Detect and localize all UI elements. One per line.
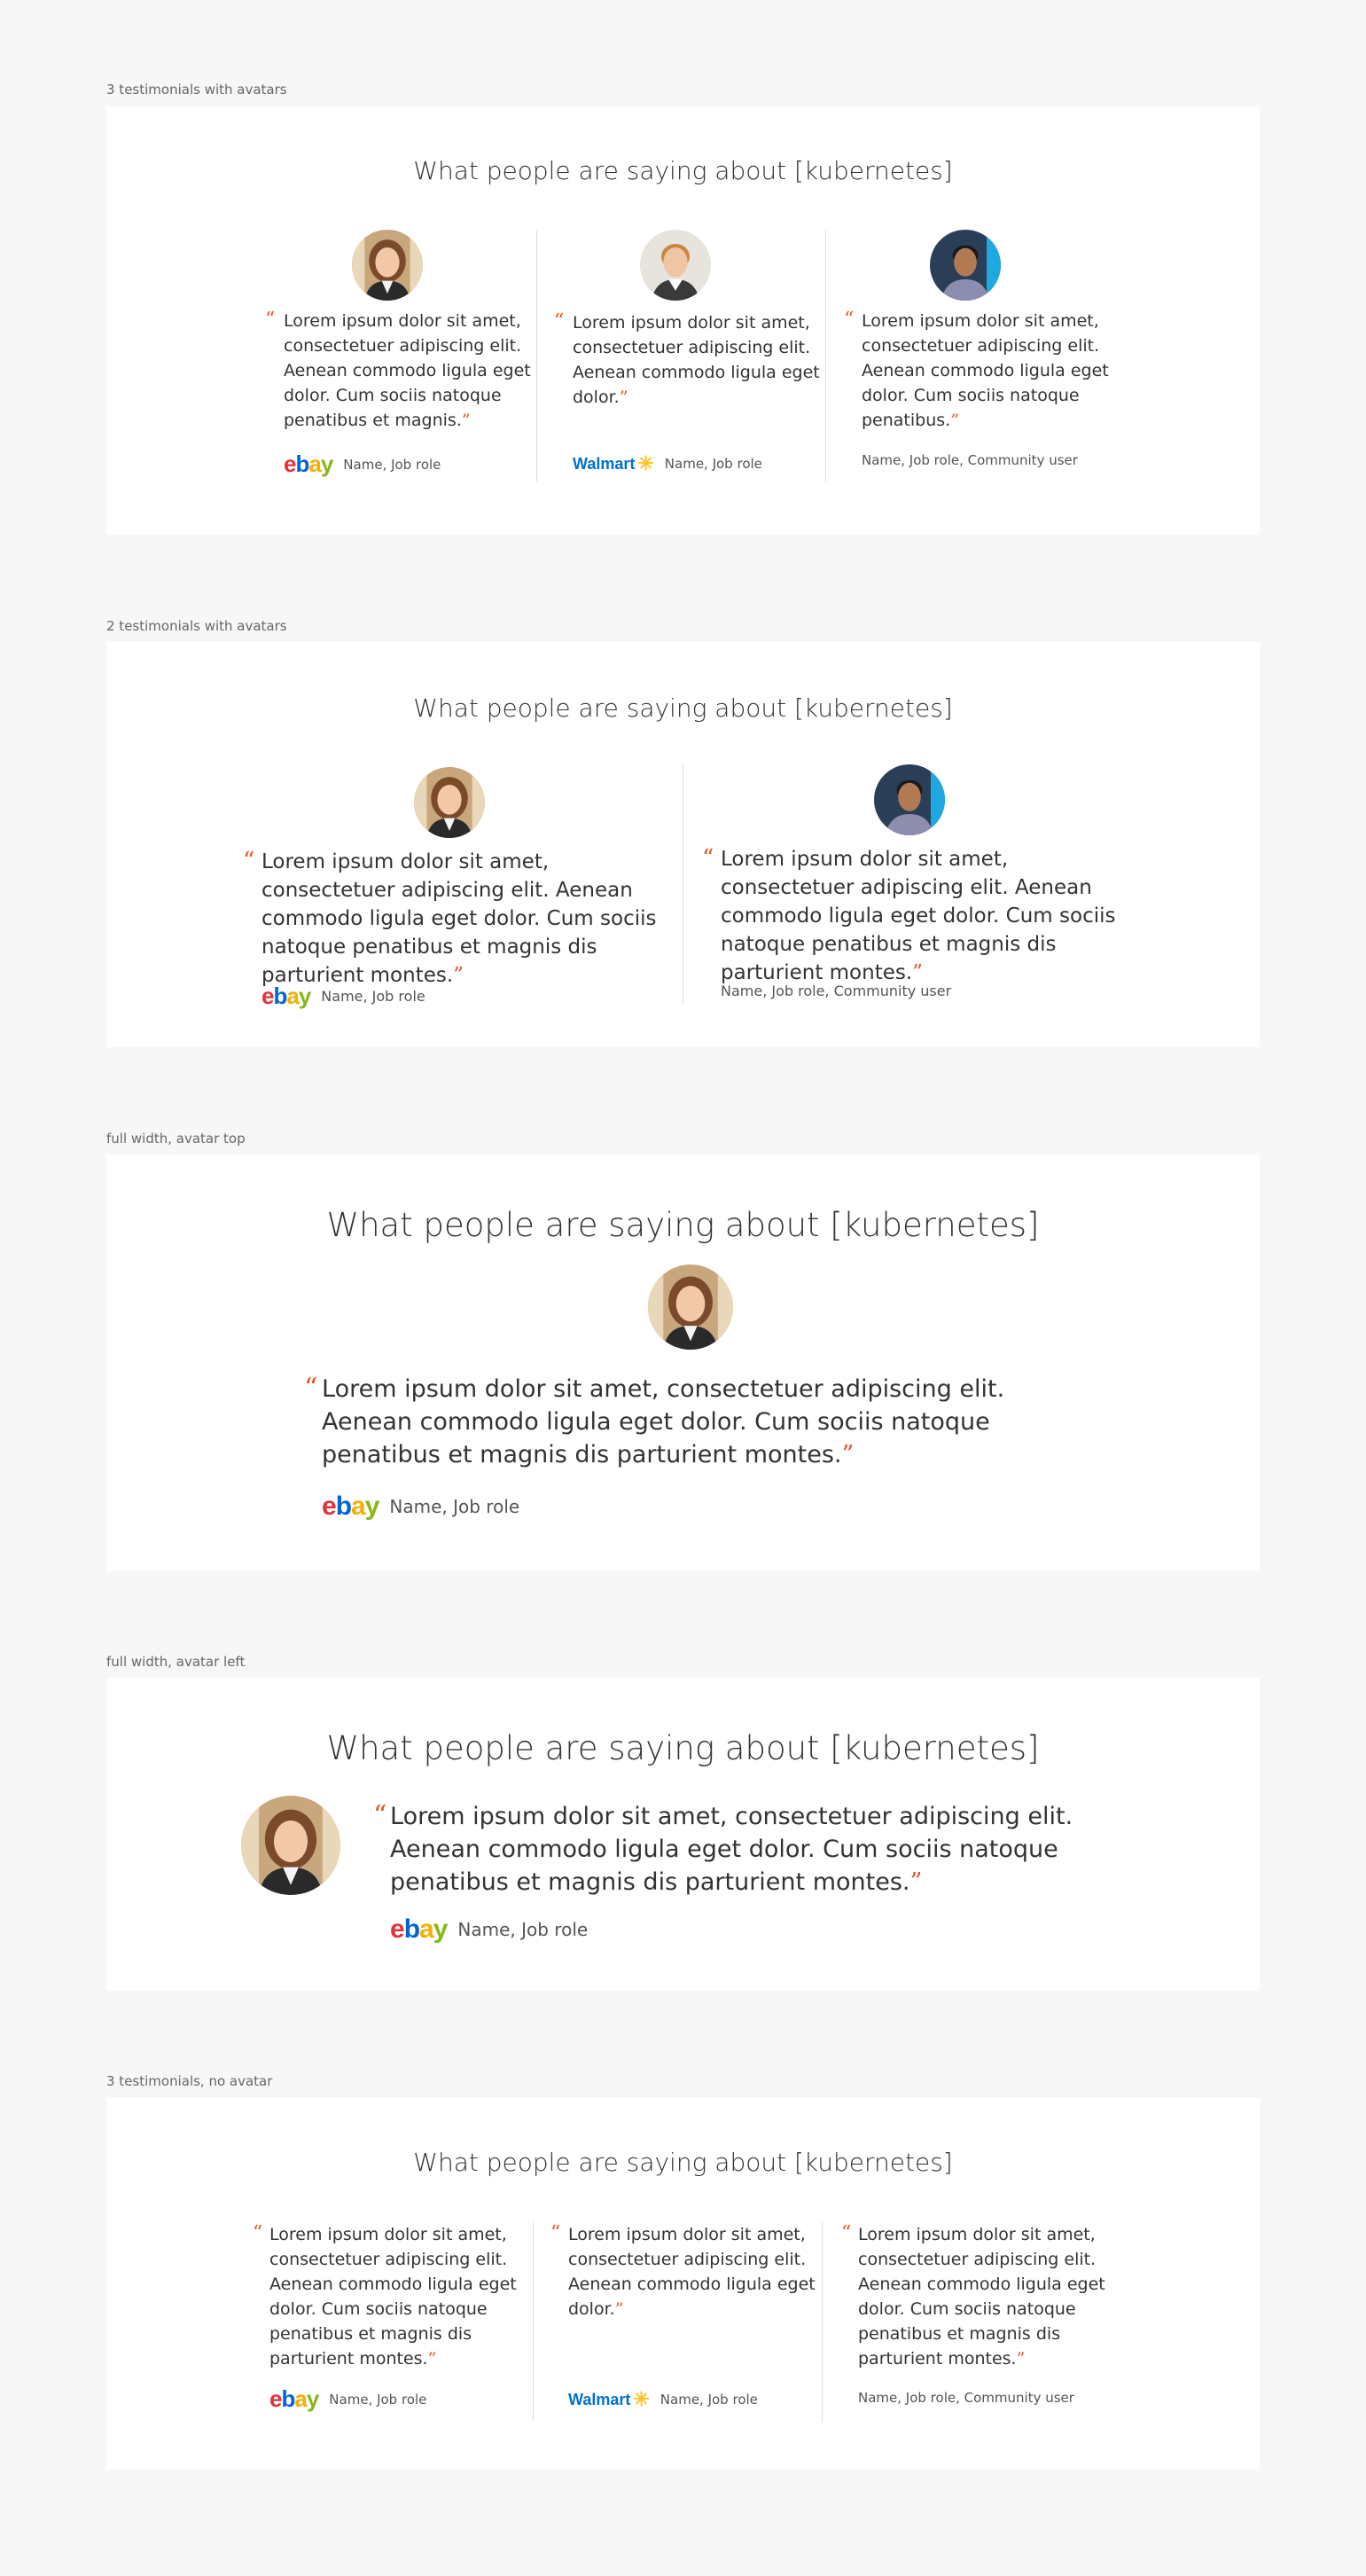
quote-open-mark: “ bbox=[265, 309, 276, 331]
attribution-text: Name, Job role bbox=[660, 2392, 758, 2408]
quote-close-mark: ” bbox=[1016, 2349, 1026, 2369]
quote-open-mark: “ bbox=[841, 2222, 852, 2244]
avatar bbox=[241, 1796, 340, 1895]
attribution: Walmart ✳ Name, Job role bbox=[568, 2388, 758, 2411]
quote-close-mark: ” bbox=[461, 411, 471, 430]
card-title: What people are saying about [kubernetes… bbox=[326, 1206, 1040, 1244]
card-title: What people are saying about [kubernetes… bbox=[413, 693, 953, 723]
section-label: 2 testimonials with avatars bbox=[106, 618, 287, 634]
card-title: What people are saying about [kubernetes… bbox=[413, 156, 953, 185]
quote-close-mark: ” bbox=[614, 2299, 624, 2319]
attribution-text: Name, Job role bbox=[321, 988, 425, 1005]
ebay-logo: ebay bbox=[261, 983, 311, 1009]
attribution-text: Name, Job role, Community user bbox=[858, 2390, 1074, 2406]
attribution: ebay Name, Job role bbox=[390, 1914, 588, 1945]
testimonial-card: What people are saying about [kubernetes… bbox=[106, 2098, 1260, 2470]
testimonial-card: What people are saying about [kubernetes… bbox=[106, 1155, 1260, 1571]
attribution-text: Name, Job role bbox=[664, 456, 762, 472]
avatar bbox=[352, 230, 423, 301]
attribution: Name, Job role, Community user bbox=[721, 983, 951, 999]
testimonial-quote: Lorem ipsum dolor sit amet, consectetuer… bbox=[862, 311, 1109, 430]
quote-open-mark: “ bbox=[550, 2222, 561, 2244]
avatar bbox=[874, 764, 945, 835]
attribution: ebay Name, Job role bbox=[284, 450, 441, 478]
ebay-logo: ebay bbox=[390, 1914, 448, 1944]
quote-open-mark: “ bbox=[844, 309, 855, 331]
avatar bbox=[640, 230, 711, 301]
attribution: ebay Name, Job role bbox=[261, 983, 425, 1010]
avatar bbox=[414, 767, 485, 838]
card-title: What people are saying about [kubernetes… bbox=[413, 2148, 953, 2177]
quote-close-mark: ” bbox=[453, 964, 464, 987]
walmart-logo: Walmart ✳ bbox=[568, 2388, 650, 2410]
quote-close-mark: ” bbox=[841, 1441, 855, 1468]
ebay-logo: ebay bbox=[322, 1492, 379, 1521]
walmart-spark-icon: ✳ bbox=[637, 452, 654, 474]
quote-open-mark: “ bbox=[243, 848, 255, 874]
quote-close-mark: ” bbox=[909, 1868, 923, 1896]
testimonial-quote: Lorem ipsum dolor sit amet, consectetuer… bbox=[261, 850, 657, 987]
attribution-text: Name, Job role, Community user bbox=[721, 983, 952, 999]
quote-open-mark: “ bbox=[702, 845, 714, 872]
attribution: Name, Job role, Community user bbox=[862, 452, 1078, 468]
section-label: 3 testimonials, no avatar bbox=[106, 2073, 273, 2089]
section-label: 3 testimonials with avatars bbox=[106, 82, 287, 98]
ebay-logo: ebay bbox=[269, 2385, 319, 2412]
divider bbox=[536, 231, 537, 482]
attribution: Walmart ✳ Name, Job role bbox=[573, 452, 762, 475]
divider bbox=[533, 2222, 534, 2422]
card-title: What people are saying about [kubernetes… bbox=[326, 1729, 1040, 1767]
testimonial-quote: Lorem ipsum dolor sit amet, consectetuer… bbox=[721, 848, 1116, 984]
testimonial-card: What people are saying about [kubernetes… bbox=[106, 642, 1260, 1047]
avatar bbox=[648, 1265, 733, 1350]
attribution-text: Name, Job role bbox=[389, 1496, 520, 1517]
attribution: Name, Job role, Community user bbox=[858, 2390, 1074, 2406]
attribution-text: Name, Job role bbox=[457, 1919, 589, 1940]
testimonial-quote: Lorem ipsum dolor sit amet, consectetuer… bbox=[322, 1375, 1005, 1468]
testimonial-quote: Lorem ipsum dolor sit amet, consectetuer… bbox=[269, 2225, 517, 2369]
testimonial-quote: Lorem ipsum dolor sit amet, consectetuer… bbox=[390, 1803, 1073, 1896]
quote-close-mark: ” bbox=[427, 2349, 437, 2369]
section-label: full width, avatar top bbox=[106, 1131, 246, 1147]
walmart-spark-icon: ✳ bbox=[633, 2388, 650, 2410]
attribution-text: Name, Job role, Community user bbox=[862, 452, 1078, 468]
ebay-logo: ebay bbox=[284, 450, 333, 477]
quote-open-mark: “ bbox=[373, 1800, 387, 1831]
testimonial-card: What people are saying about [kubernetes… bbox=[106, 1678, 1260, 1991]
divider bbox=[825, 231, 826, 482]
quote-open-mark: “ bbox=[554, 310, 565, 333]
avatar bbox=[930, 230, 1001, 301]
quote-close-mark: ” bbox=[912, 961, 923, 984]
testimonial-card: What people are saying about [kubernetes… bbox=[106, 106, 1260, 535]
testimonial-quote: Lorem ipsum dolor sit amet, consectetuer… bbox=[858, 2225, 1105, 2369]
section-label: full width, avatar left bbox=[106, 1654, 246, 1670]
testimonial-quote: Lorem ipsum dolor sit amet, consectetuer… bbox=[568, 2225, 816, 2319]
testimonial-quote: Lorem ipsum dolor sit amet, consectetuer… bbox=[573, 313, 820, 407]
divider bbox=[822, 2222, 823, 2422]
testimonial-quote: Lorem ipsum dolor sit amet, consectetuer… bbox=[284, 311, 531, 430]
attribution-text: Name, Job role bbox=[343, 456, 441, 473]
walmart-logo: Walmart ✳ bbox=[573, 452, 654, 474]
attribution-text: Name, Job role bbox=[329, 2391, 427, 2408]
quote-open-mark: “ bbox=[304, 1373, 318, 1404]
quote-open-mark: “ bbox=[253, 2222, 263, 2244]
attribution: ebay Name, Job role bbox=[269, 2385, 426, 2413]
attribution: ebay Name, Job role bbox=[322, 1492, 519, 1522]
quote-close-mark: ” bbox=[619, 388, 628, 407]
quote-close-mark: ” bbox=[950, 411, 959, 430]
